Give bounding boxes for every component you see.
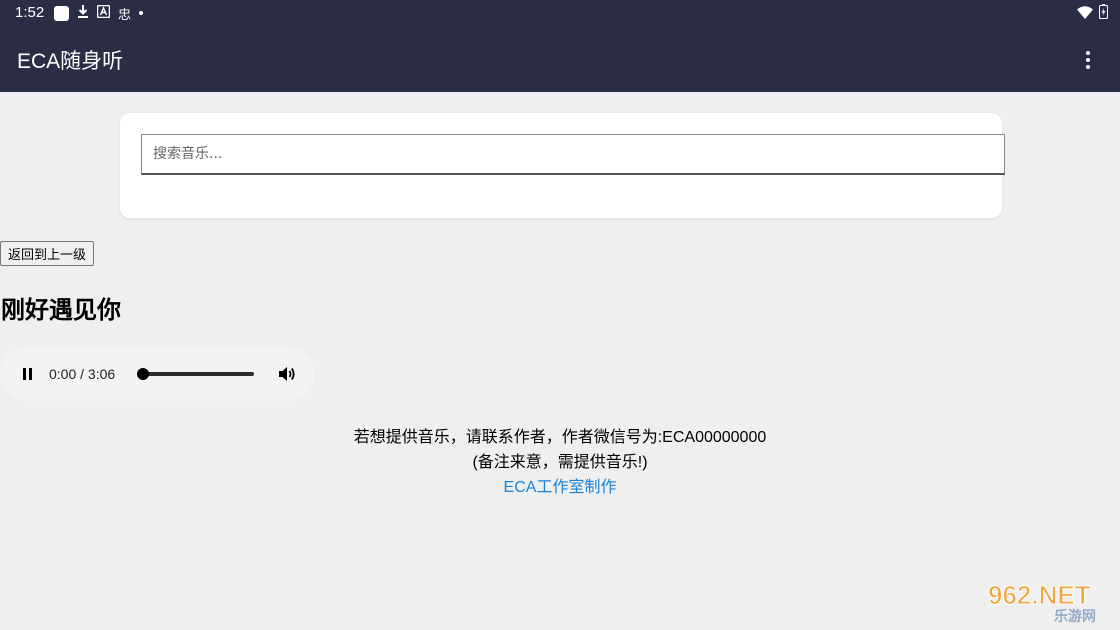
status-icons-left: 忠 xyxy=(54,4,144,23)
app-bar: ECA随身听 xyxy=(0,26,1120,92)
watermark-brand: 962.NET xyxy=(988,580,1091,610)
bug-icon: 忠 xyxy=(118,7,132,23)
status-bar: 1:52 忠 xyxy=(0,0,1120,26)
download-icon xyxy=(77,4,89,22)
a-icon xyxy=(96,4,111,22)
footer: 若想提供音乐，请联系作者，作者微信号为:ECA00000000 (备注来意，需提… xyxy=(0,425,1120,500)
more-vert-icon[interactable] xyxy=(1076,48,1100,72)
status-time: 1:52 xyxy=(15,4,45,21)
time-display: 0:00 / 3:06 xyxy=(49,366,116,382)
note-text: (备注来意，需提供音乐!) xyxy=(472,454,648,471)
wifi-icon xyxy=(1077,4,1093,23)
back-button[interactable]: 返回到上一级 xyxy=(0,241,95,266)
search-card xyxy=(120,113,1005,218)
progress-slider[interactable] xyxy=(137,368,254,380)
studio-link[interactable]: ECA工作室制作 xyxy=(504,479,617,496)
status-icons-right xyxy=(1077,3,1108,23)
dot-icon xyxy=(139,11,144,15)
watermark-logo: 962.NET 乐游网 xyxy=(984,580,1114,626)
watermark-subtitle: 乐游网 xyxy=(1054,608,1096,624)
audio-player: 0:00 / 3:06 xyxy=(0,347,315,401)
battery-icon xyxy=(1099,3,1108,23)
song-title: 刚好遇见你 xyxy=(1,296,121,324)
volume-icon[interactable] xyxy=(277,364,299,384)
app-title: ECA随身听 xyxy=(17,50,124,73)
contact-text: 若想提供音乐，请联系作者，作者微信号为:ECA00000000 xyxy=(353,429,767,446)
search-input[interactable] xyxy=(141,134,1005,175)
app-notification-icon xyxy=(54,5,69,21)
progress-thumb[interactable] xyxy=(137,368,149,380)
pause-icon[interactable] xyxy=(16,364,38,384)
